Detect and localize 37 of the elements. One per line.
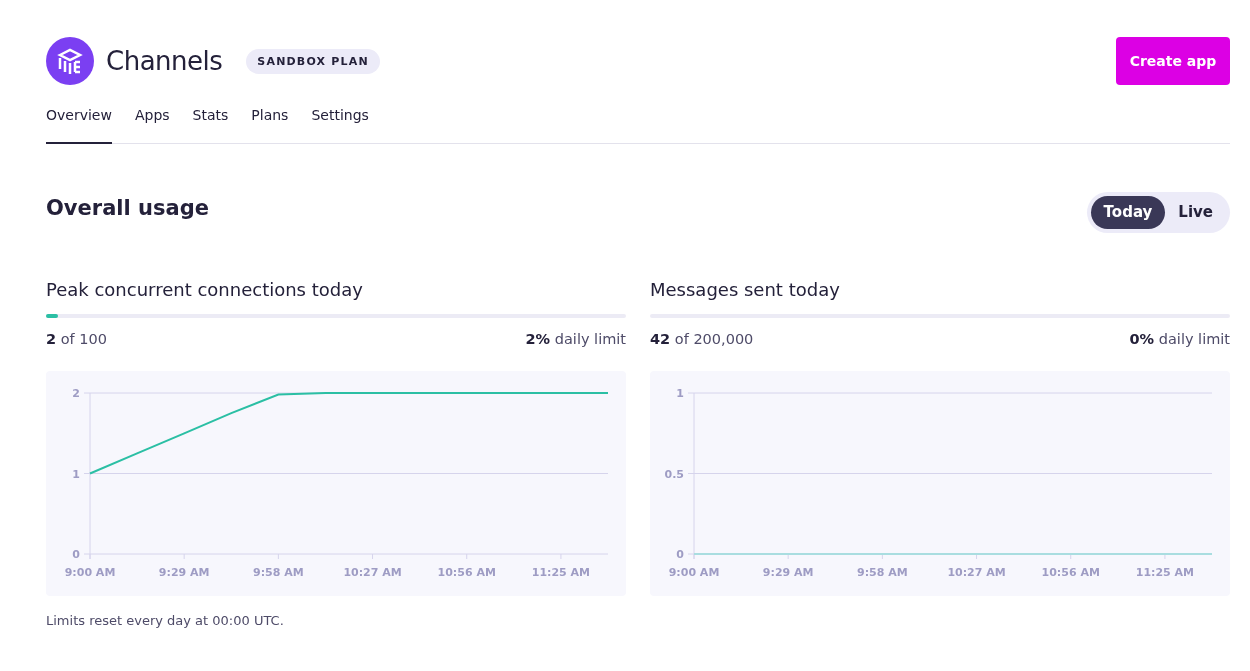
logo-icon bbox=[46, 37, 94, 85]
x-tick-label: 10:27 AM bbox=[343, 566, 402, 579]
usage-count: 2 of 100 bbox=[46, 331, 107, 347]
x-tick-label: 10:56 AM bbox=[1041, 566, 1100, 579]
nav-tab[interactable]: Plans bbox=[251, 98, 289, 144]
toggle-option[interactable]: Today bbox=[1090, 196, 1166, 229]
y-tick-label: 1 bbox=[72, 467, 80, 481]
plan-badge: SANDBOX PLAN bbox=[246, 48, 380, 74]
panel-title: Messages sent today bbox=[650, 279, 841, 300]
section-title: Overall usage bbox=[46, 195, 209, 220]
y-tick-label: 0.5 bbox=[664, 467, 684, 481]
nav-tab[interactable]: Settings bbox=[311, 98, 369, 144]
x-tick-label: 11:25 AM bbox=[1135, 566, 1195, 579]
panel-title: Peak concurrent connections today bbox=[46, 279, 364, 300]
x-tick-label: 9:29 AM bbox=[158, 566, 210, 579]
usage-percent: 2% daily limit bbox=[525, 331, 626, 347]
page-title: Channels bbox=[106, 46, 223, 76]
nav-tab[interactable]: Stats bbox=[192, 98, 229, 144]
x-tick-label: 10:56 AM bbox=[437, 566, 496, 579]
y-tick-label: 2 bbox=[72, 387, 80, 400]
x-tick-label: 9:00 AM bbox=[64, 566, 116, 579]
x-tick-label: 9:58 AM bbox=[857, 566, 908, 579]
x-tick-label: 9:58 AM bbox=[253, 566, 304, 579]
create-app-button[interactable]: Create app bbox=[1116, 37, 1230, 85]
x-tick-label: 9:29 AM bbox=[762, 566, 814, 579]
y-tick-label: 0 bbox=[72, 548, 80, 561]
usage-percent: 0% daily limit bbox=[1129, 331, 1230, 347]
x-tick-label: 10:27 AM bbox=[947, 566, 1006, 579]
usage-count: 42 of 200,000 bbox=[650, 331, 754, 347]
y-tick-label: 1 bbox=[676, 387, 684, 400]
x-tick-label: 9:00 AM bbox=[668, 566, 720, 579]
nav-tab[interactable]: Overview bbox=[46, 98, 112, 144]
x-tick-label: 11:25 AM bbox=[531, 566, 591, 579]
nav-tab[interactable]: Apps bbox=[134, 98, 170, 144]
toggle-option[interactable]: Live bbox=[1165, 196, 1226, 229]
y-tick-label: 0 bbox=[676, 548, 684, 561]
limits-note: Limits reset every day at 00:00 UTC. bbox=[46, 613, 285, 628]
